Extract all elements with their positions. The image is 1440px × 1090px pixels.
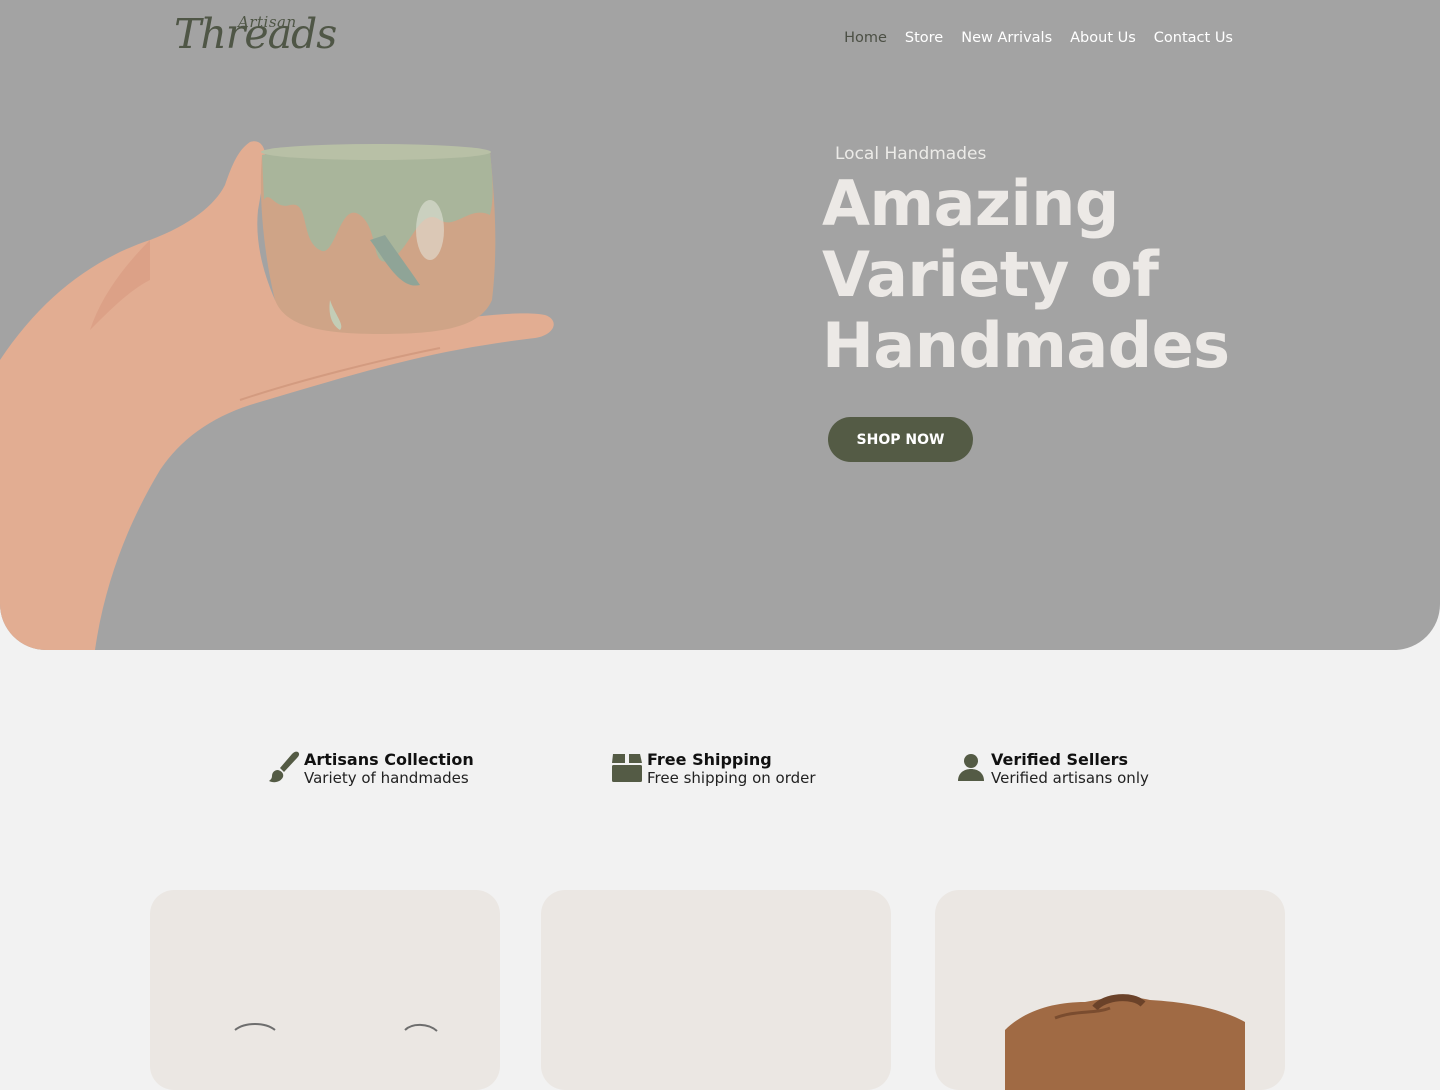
feature-subtitle: Free shipping on order — [647, 769, 816, 787]
feature-verified-sellers: Verified Sellers Verified artisans only — [955, 750, 1149, 787]
hero-eyebrow: Local Handmades — [835, 144, 987, 164]
nav-home[interactable]: Home — [844, 30, 887, 46]
hero-title: Amazing Variety of Handmades — [822, 168, 1342, 381]
hero-title-line-2: Variety of — [822, 238, 1159, 311]
user-icon — [955, 750, 987, 784]
hero-title-line-3: Handmades — [822, 309, 1230, 382]
hero-banner: Artisan Threads Home Store New Arrivals … — [0, 0, 1440, 650]
product-image-leather-bag — [1005, 994, 1245, 1090]
feature-free-shipping: Free Shipping Free shipping on order — [611, 750, 816, 787]
nav-new-arrivals[interactable]: New Arrivals — [961, 30, 1052, 46]
feature-title: Verified Sellers — [991, 750, 1129, 769]
nav-store[interactable]: Store — [905, 30, 943, 46]
feature-subtitle: Verified artisans only — [991, 769, 1149, 787]
box-icon — [611, 750, 643, 784]
brand-logo[interactable]: Artisan Threads — [168, 6, 337, 66]
shop-now-button[interactable]: SHOP NOW — [828, 417, 973, 462]
product-image-earrings — [234, 1023, 438, 1032]
nav-about-us[interactable]: About Us — [1070, 30, 1136, 46]
feature-title: Free Shipping — [647, 750, 772, 769]
feature-artisans-collection: Artisans Collection Variety of handmades — [268, 750, 474, 787]
feature-subtitle: Variety of handmades — [304, 769, 469, 787]
nav-contact-us[interactable]: Contact Us — [1154, 30, 1233, 46]
hero-image — [0, 141, 554, 650]
feature-title: Artisans Collection — [304, 750, 474, 769]
main-nav: Home Store New Arrivals About Us Contact… — [844, 30, 1233, 46]
product-card[interactable] — [541, 890, 891, 1090]
logo-main-text: Threads — [174, 10, 337, 58]
product-card[interactable] — [150, 890, 500, 1090]
paintbrush-icon — [268, 750, 300, 784]
product-card[interactable] — [935, 890, 1285, 1090]
hero-title-line-1: Amazing — [822, 167, 1119, 240]
